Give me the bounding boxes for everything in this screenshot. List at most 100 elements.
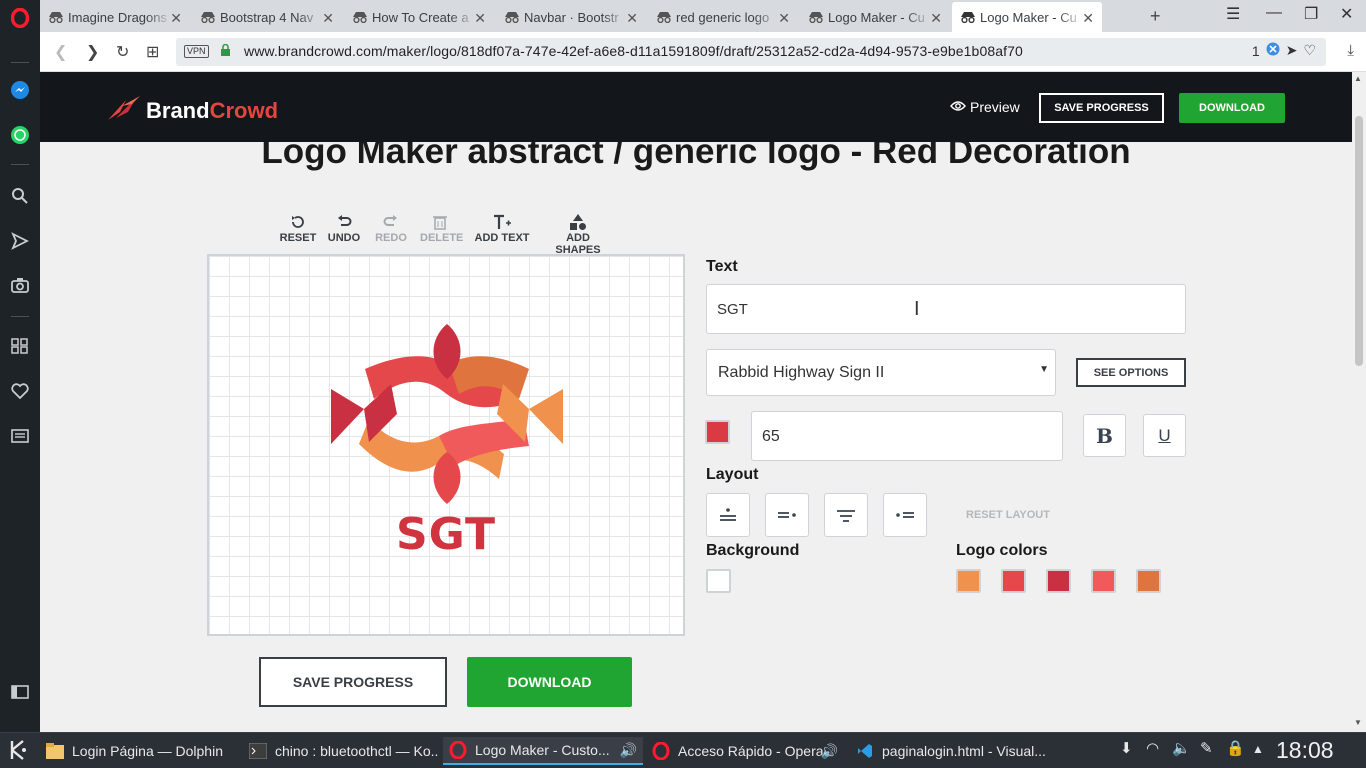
audio-playing-icon[interactable]: 🔊 (620, 742, 637, 759)
tab-menu-icon[interactable]: ☰ (1226, 4, 1240, 24)
incognito-icon (200, 11, 216, 23)
tab-6-active[interactable]: Logo Maker - Cu ✕ (952, 2, 1102, 32)
new-tab-icon[interactable]: + (1150, 6, 1161, 27)
task-acceso-rapido[interactable]: Acceso Rápido - Opera 🔊 (646, 737, 844, 765)
layout-icon-left-button[interactable] (883, 493, 927, 537)
incognito-icon (960, 11, 976, 23)
adblock-icon[interactable] (1266, 42, 1280, 59)
redo-tool[interactable]: REDO (374, 212, 408, 244)
add-text-tool[interactable]: ADD TEXT (474, 212, 530, 244)
task-konsole[interactable]: chino : bluetoothctl — Ko... (243, 737, 439, 765)
forward-icon[interactable]: ❯ (86, 42, 99, 62)
add-shapes-tool[interactable]: ADD SHAPES (542, 212, 614, 256)
scroll-down-icon[interactable]: ▼ (1354, 718, 1362, 727)
close-icon[interactable]: ✕ (474, 10, 486, 27)
tabs-grid-icon[interactable]: ⊞ (146, 42, 159, 62)
delete-tool[interactable]: DELETE (420, 212, 463, 244)
text-color-swatch[interactable] (705, 420, 730, 444)
logo-colors-label: Logo colors (956, 542, 1048, 559)
opera-logo-icon[interactable] (8, 6, 32, 30)
logo-color-swatch-4[interactable] (1091, 569, 1116, 593)
tray-expand-icon[interactable]: ▲ (1252, 742, 1264, 756)
minimize-icon[interactable]: — (1266, 4, 1282, 22)
close-icon[interactable]: ✕ (930, 10, 942, 27)
brandcrowd-logo[interactable]: BrandCrowd (106, 94, 278, 127)
vscode-icon (856, 742, 874, 760)
close-icon[interactable]: ✕ (170, 10, 182, 27)
window-close-icon[interactable]: ✕ (1340, 4, 1353, 24)
text-input[interactable]: SGT (706, 284, 1186, 334)
close-icon[interactable]: ✕ (1082, 10, 1094, 27)
tab-0[interactable]: Imagine Dragons ✕ (40, 2, 190, 32)
vpn-badge[interactable]: VPN (184, 45, 209, 58)
layout-stacked-center-button[interactable] (706, 493, 750, 537)
underline-button[interactable]: U (1143, 414, 1186, 457)
address-bar: ❮ ❯ ↻ ⊞ VPN www.brandcrowd.com/maker/log… (40, 32, 1366, 72)
reload-icon[interactable]: ↻ (116, 42, 129, 62)
opera-icon (652, 742, 670, 760)
messenger-icon[interactable] (8, 78, 32, 102)
task-dolphin[interactable]: Login Página — Dolphin (40, 737, 240, 765)
close-icon[interactable]: ✕ (626, 10, 638, 27)
logo-color-swatch-3[interactable] (1046, 569, 1071, 593)
task-logo-maker[interactable]: Logo Maker - Custo... 🔊 (443, 737, 643, 765)
sidebar-toggle-icon[interactable] (8, 680, 32, 704)
send-icon[interactable] (8, 229, 32, 253)
reset-layout-link[interactable]: RESET LAYOUT (966, 509, 1050, 521)
bold-button[interactable]: B (1083, 414, 1126, 457)
layout-text-icon (837, 510, 855, 522)
bookmark-heart-icon[interactable]: ♡ (1303, 42, 1316, 59)
speed-dial-icon[interactable] (8, 334, 32, 358)
clipboard-icon[interactable]: ✎ (1200, 739, 1213, 757)
font-size-input[interactable]: 65 (751, 411, 1063, 461)
reset-tool[interactable]: RESET (278, 212, 318, 244)
camera-icon[interactable] (8, 273, 32, 297)
downloads-icon[interactable]: ⤓ (1347, 42, 1354, 59)
canvas-brand-text[interactable]: SGT (209, 509, 683, 560)
header-save-progress-button[interactable]: SAVE PROGRESS (1039, 93, 1164, 123)
kde-launcher-icon[interactable] (8, 739, 30, 766)
save-progress-button[interactable]: SAVE PROGRESS (259, 657, 447, 707)
tab-1[interactable]: Bootstrap 4 Nav ✕ (192, 2, 342, 32)
font-select[interactable]: Rabbid Highway Sign II ▼ (706, 349, 1056, 396)
maximize-icon[interactable]: ❐ (1304, 4, 1318, 24)
page-scrollbar[interactable]: ▲ ▼ (1352, 72, 1366, 732)
logo-color-swatch-2[interactable] (1001, 569, 1026, 593)
tab-5[interactable]: Logo Maker - Cu ✕ (800, 2, 950, 32)
scrollbar-thumb[interactable] (1355, 116, 1363, 366)
layout-text-only-button[interactable] (824, 493, 868, 537)
undo-tool[interactable]: UNDO (326, 212, 362, 244)
snapshot-send-icon[interactable]: ➤ (1286, 42, 1298, 59)
logo-canvas[interactable]: SGT (207, 254, 685, 636)
reset-icon (278, 212, 318, 232)
task-vscode[interactable]: paginalogin.html - Visual... (850, 737, 1046, 765)
url-field[interactable]: VPN www.brandcrowd.com/maker/logo/818df0… (176, 38, 1326, 66)
back-icon[interactable]: ❮ (54, 42, 67, 62)
whatsapp-icon[interactable] (8, 123, 32, 147)
volume-icon[interactable]: 🔈 (1172, 739, 1191, 757)
logo-mark[interactable] (329, 324, 565, 506)
heart-icon[interactable] (8, 379, 32, 403)
news-icon[interactable] (8, 424, 32, 448)
scroll-up-icon[interactable]: ▲ (1354, 74, 1362, 83)
tab-3[interactable]: Navbar · Bootstr ✕ (496, 2, 646, 32)
logo-maker-content: Logo Maker abstract / generic logo - Red… (40, 142, 1352, 732)
close-icon[interactable]: ✕ (322, 10, 334, 27)
close-icon[interactable]: ✕ (778, 10, 790, 27)
download-button[interactable]: DOWNLOAD (467, 657, 632, 707)
logo-color-swatch-5[interactable] (1136, 569, 1161, 593)
tab-4[interactable]: red generic logo ✕ (648, 2, 798, 32)
audio-playing-icon[interactable]: 🔊 (821, 743, 838, 760)
header-download-button[interactable]: DOWNLOAD (1179, 93, 1285, 123)
wifi-icon[interactable]: ◠ (1146, 739, 1159, 757)
clock[interactable]: 18:08 (1276, 737, 1334, 764)
see-options-button[interactable]: SEE OPTIONS (1076, 358, 1186, 387)
search-icon[interactable] (8, 184, 32, 208)
tab-2[interactable]: How To Create a ✕ (344, 2, 494, 32)
background-color-swatch[interactable] (706, 569, 731, 593)
preview-link[interactable]: Preview (950, 99, 1020, 115)
download-tray-icon[interactable]: ⬇ (1120, 739, 1133, 757)
logo-color-swatch-1[interactable] (956, 569, 981, 593)
layout-icon-right-button[interactable] (765, 493, 809, 537)
lock-tray-icon[interactable]: 🔒 (1226, 739, 1245, 757)
